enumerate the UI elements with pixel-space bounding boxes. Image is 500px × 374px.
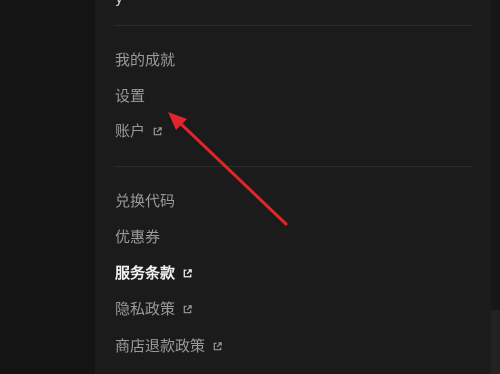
menu-item-account[interactable]: 账户 — [115, 121, 163, 141]
scrollbar-lower[interactable] — [491, 310, 500, 374]
menu-item-label: 商店退款政策 — [115, 337, 206, 355]
divider — [115, 166, 472, 167]
menu-item-coupons[interactable]: 优惠券 — [115, 227, 160, 247]
left-background — [0, 0, 95, 374]
menu-item-settings[interactable]: 设置 — [115, 86, 145, 106]
external-link-icon — [183, 304, 192, 313]
page: y 我的成就 设置 账户 兑换代码 优惠券 服务条款 隐私政策 商店退 — [0, 0, 500, 374]
menu-item-label: 账户 — [115, 122, 146, 140]
external-link-icon — [153, 126, 162, 135]
external-link-icon — [183, 268, 192, 277]
menu-item-store-refund-policy[interactable]: 商店退款政策 — [115, 336, 223, 356]
menu-item-label: 优惠券 — [115, 228, 161, 246]
menu-item-label: 服务条款 — [115, 264, 176, 282]
divider — [115, 25, 472, 26]
menu-item-label: 隐私政策 — [115, 300, 176, 318]
external-link-icon — [213, 341, 222, 350]
truncated-heading: y — [115, 0, 123, 7]
menu-item-label: 兑换代码 — [115, 192, 176, 210]
menu-item-achievements[interactable]: 我的成就 — [115, 50, 175, 70]
menu-item-terms-of-service[interactable]: 服务条款 — [115, 263, 193, 283]
menu-item-redeem-code[interactable]: 兑换代码 — [115, 191, 175, 211]
menu-item-label: 我的成就 — [115, 51, 176, 69]
menu-item-label: 设置 — [115, 87, 146, 105]
menu-item-privacy-policy[interactable]: 隐私政策 — [115, 299, 193, 319]
